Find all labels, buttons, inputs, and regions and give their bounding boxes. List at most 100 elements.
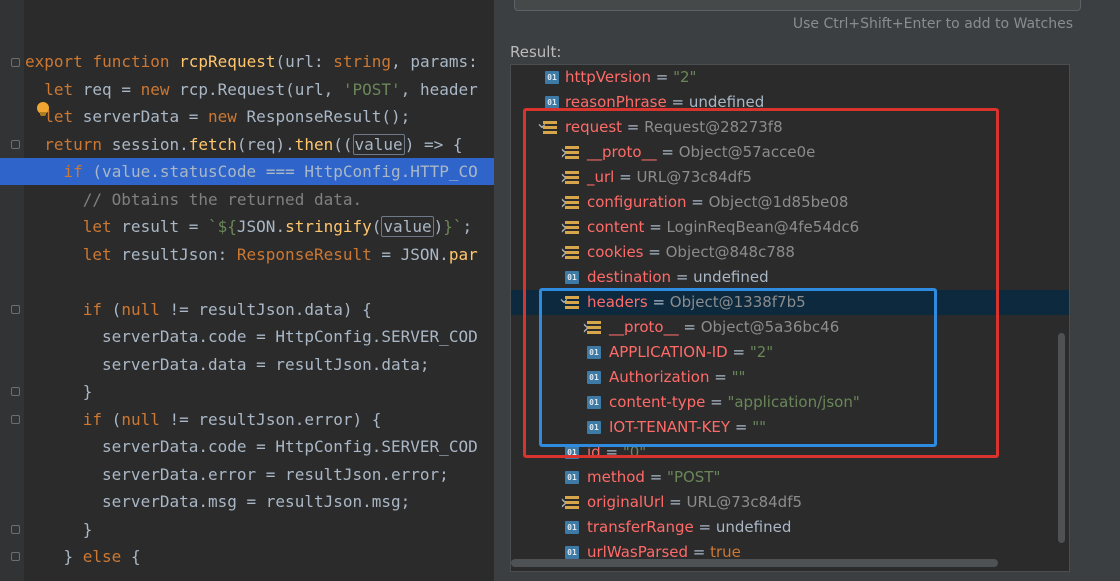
debugger-evaluate-popup: Use Ctrl+Shift+Enter to add to Watches R… (494, 0, 1120, 581)
tree-node[interactable]: 01 httpVersion = "2" (511, 65, 1069, 90)
code-line[interactable]: serverData.msg = resultJson.msg; (0, 488, 494, 515)
tree-node[interactable]: › __proto__ = Object@5a36bc46 (511, 315, 1069, 340)
code-line[interactable]: // Obtains the returned data. (0, 186, 494, 213)
variable-value: "POST" (667, 468, 721, 486)
code-text: let req = new rcp.Request(url, 'POST', h… (44, 76, 477, 103)
code-token: if (63, 162, 93, 181)
code-line[interactable]: serverData.code = HttpConfig.SERVER_COD (0, 323, 494, 350)
tree-node-label: urlWasParsed = true (587, 540, 741, 565)
code-line[interactable]: let serverData = new ResponseResult(); (0, 103, 494, 130)
code-line[interactable]: if (value.statusCode === HttpConfig.HTTP… (0, 158, 494, 185)
code-token: (url, (285, 79, 343, 99)
equals-sign: = (664, 493, 687, 511)
tree-node[interactable]: 01 method = "POST" (511, 465, 1069, 490)
object-icon (565, 496, 579, 509)
code-token: result = (121, 217, 208, 236)
code-token: null (121, 409, 170, 429)
variable-value: "2" (749, 343, 774, 361)
code-line[interactable]: serverData.data = resultJson.data; (0, 351, 494, 378)
code-token: new (140, 79, 180, 99)
result-label: Result: (510, 43, 562, 61)
tree-node[interactable]: 01 transferRange = undefined (511, 515, 1069, 540)
code-token: let (82, 217, 122, 236)
equals-sign: = (656, 143, 679, 161)
tree-node[interactable]: 01 content-type = "application/json" (511, 390, 1069, 415)
tree-node-label: httpVersion = "2" (565, 65, 696, 90)
tree-node[interactable]: › __proto__ = Object@57acce0e (511, 140, 1069, 165)
tree-node-label: id = "0" (587, 440, 646, 465)
code-token: } (63, 547, 83, 566)
code-line[interactable]: let resultJson: ResponseResult = JSON.pa… (0, 241, 494, 268)
code-text: let serverData = new ResponseResult(); (44, 103, 410, 130)
tree-node[interactable]: 01 reasonPhrase = undefined (511, 90, 1069, 115)
code-token: serverData.error = resultJson.error; (102, 464, 449, 484)
code-token: then (294, 134, 334, 154)
code-line[interactable]: } (0, 516, 494, 543)
object-icon (565, 246, 579, 259)
tree-node[interactable]: › _url = URL@73c84df5 (511, 165, 1069, 190)
field-icon: 01 (545, 71, 559, 84)
result-tree[interactable]: 01 httpVersion = "2" 01 reasonPhrase = unde… (510, 64, 1070, 572)
code-token: resultJson: (121, 244, 237, 264)
equals-sign: = (644, 468, 668, 486)
code-token: let (44, 79, 83, 99)
tree-node[interactable]: › content = LoginReqBean@4fe54dc6 (511, 215, 1069, 240)
code-token: serverData.msg = resultJson.msg; (102, 492, 411, 511)
tree-node[interactable]: 01 IOT-TENANT-KEY = "" (511, 415, 1069, 440)
code-line[interactable]: return session.fetch(req).then((value) =… (0, 131, 494, 158)
code-line[interactable]: let req = new rcp.Request(url, 'POST', h… (0, 76, 494, 103)
tree-node[interactable]: 01 id = "0" (511, 440, 1069, 465)
code-line[interactable] (0, 268, 494, 295)
code-token: , params: (391, 52, 478, 71)
code-line[interactable]: serverData.code = HttpConfig.SERVER_COD (0, 433, 494, 460)
code-token: new (208, 107, 247, 126)
variable-name: cookies (587, 243, 644, 261)
expression-input[interactable] (514, 0, 1081, 11)
equals-sign: = (666, 93, 689, 111)
code-token: // Obtains the returned data. (82, 189, 363, 209)
tree-node[interactable]: 01 destination = undefined (511, 265, 1069, 290)
code-editor[interactable]: export function rcpRequest(url: string, … (0, 0, 494, 581)
code-token: serverData = (82, 107, 209, 126)
code-line[interactable]: if (null != resultJson.data) { (0, 296, 494, 323)
variable-name: content-type (609, 393, 706, 411)
variable-value: Object@848c788 (665, 243, 795, 261)
code-token: let (82, 244, 122, 264)
equals-sign: = (705, 393, 728, 411)
field-icon: 01 (565, 471, 579, 484)
variable-value: "0" (622, 443, 647, 461)
code-token: serverData.data = resultJson.data; (102, 354, 430, 374)
tree-node[interactable]: › originalUrl = URL@73c84df5 (511, 490, 1069, 515)
code-line[interactable]: let result = `${JSON.stringify(value)}`; (0, 213, 494, 240)
variable-value: "" (752, 418, 766, 436)
variable-name: request (565, 118, 623, 136)
tree-node[interactable]: › configuration = Object@1d85be08 (511, 190, 1069, 215)
tree-node[interactable]: 01 urlWasParsed = true (511, 540, 1069, 565)
code-token: (( (333, 134, 353, 154)
code-text: if (null != resultJson.data) { (83, 296, 372, 323)
code-token: let (44, 107, 83, 126)
tree-node-label: method = "POST" (587, 465, 720, 490)
code-line[interactable]: if (null != resultJson.error) { (0, 406, 494, 433)
tree-node[interactable]: 01 APPLICATION-ID = "2" (511, 340, 1069, 365)
tree-node[interactable]: ⌄ headers = Object@1338f7b5 (511, 290, 1069, 315)
variable-value: Object@57acce0e (678, 143, 816, 161)
tree-node[interactable]: 01 Authorization = "" (511, 365, 1069, 390)
code-text: return session.fetch(req).then((value) =… (44, 131, 462, 158)
code-token: req = (82, 79, 141, 99)
lightbulb-icon[interactable] (37, 102, 49, 116)
code-line[interactable]: serverData.error = resultJson.error; (0, 461, 494, 488)
code-line[interactable]: } else { (0, 543, 494, 570)
equals-sign: = (688, 543, 711, 561)
code-text: serverData.code = HttpConfig.SERVER_COD (102, 323, 478, 350)
tree-node[interactable]: ⌄ request = Request@28273f8 (511, 115, 1069, 140)
tree-node-label: content-type = "application/json" (609, 390, 860, 415)
code-token: ) (433, 217, 444, 236)
field-icon: 01 (565, 446, 579, 459)
code-text: serverData.msg = resultJson.msg; (102, 488, 410, 515)
code-line[interactable]: export function rcpRequest(url: string, … (0, 48, 494, 75)
code-line[interactable]: } (0, 378, 494, 405)
code-token: , header (400, 79, 478, 99)
tree-node[interactable]: › cookies = Object@848c788 (511, 240, 1069, 265)
tree-node-label: request = Request@28273f8 (565, 115, 783, 140)
